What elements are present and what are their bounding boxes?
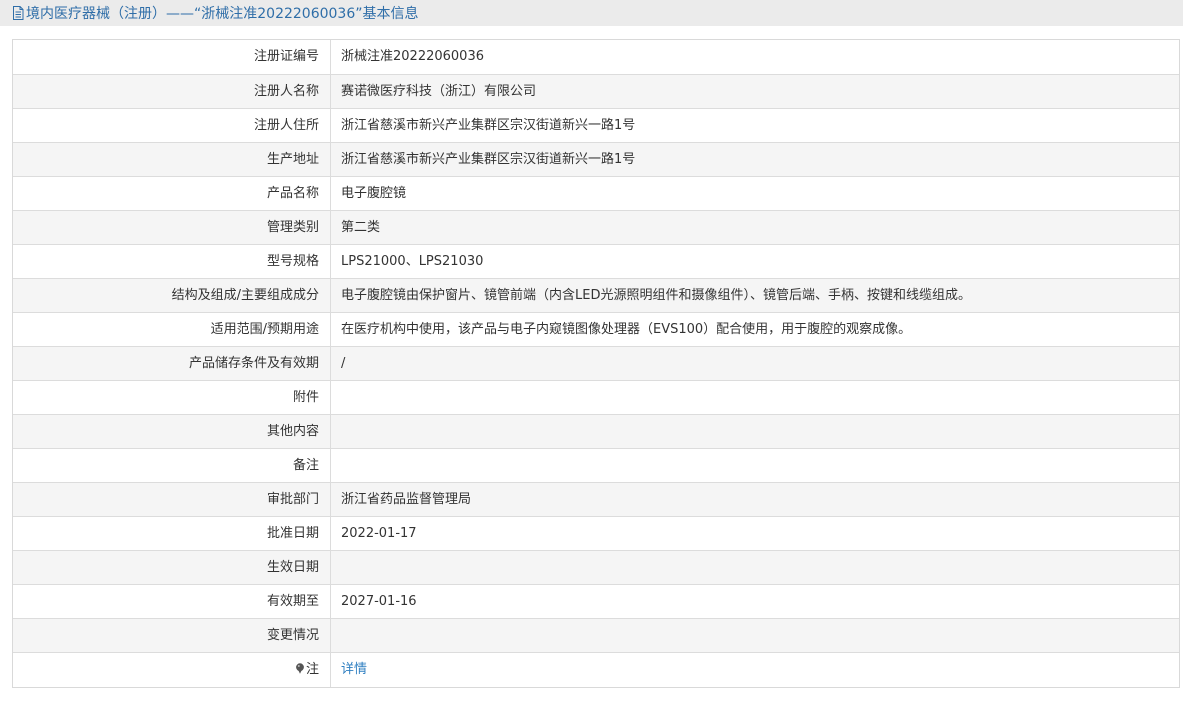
row-value [331, 449, 1179, 482]
row-label: 适用范围/预期用途 [13, 313, 331, 346]
row-label: 产品名称 [13, 177, 331, 210]
row-value: 2022-01-17 [341, 526, 417, 541]
table-row: 批准日期 2022-01-17 [13, 516, 1179, 550]
row-label: 生产地址 [13, 143, 331, 176]
table-row: 结构及组成/主要组成成分 电子腹腔镜由保护窗片、镜管前端（内含LED光源照明组件和… [13, 278, 1179, 312]
row-value [331, 619, 1179, 652]
row-label: 注册证编号 [13, 40, 331, 74]
row-label: 生效日期 [13, 551, 331, 584]
row-value [331, 415, 1179, 448]
table-row: 备注 [13, 448, 1179, 482]
row-label: 型号规格 [13, 245, 331, 278]
row-label: 变更情况 [13, 619, 331, 652]
row-label: 结构及组成/主要组成成分 [13, 279, 331, 312]
table-row: 有效期至 2027-01-16 [13, 584, 1179, 618]
table-row: 注册证编号 浙械注准20222060036 [13, 40, 1179, 74]
details-link[interactable]: 详情 [341, 662, 367, 677]
pin-icon [295, 663, 305, 674]
page-title-wrap: 境内医疗器械（注册）——“浙械注准20222060036”基本信息 [12, 3, 418, 23]
page-title: 境内医疗器械（注册）——“浙械注准20222060036”基本信息 [26, 6, 419, 22]
row-value: 电子腹腔镜 [341, 186, 407, 201]
note-row: 注 详情 [13, 652, 1179, 687]
row-value: 浙江省慈溪市新兴产业集群区宗汉街道新兴一路1号 [341, 118, 636, 133]
row-value: 在医疗机构中使用，该产品与电子内窥镜图像处理器（EVS100）配合使用，用于腹腔… [341, 322, 912, 337]
row-label: 有效期至 [13, 585, 331, 618]
row-value: LPS21000、LPS21030 [341, 254, 484, 269]
table-row: 附件 [13, 380, 1179, 414]
row-label: 注册人住所 [13, 109, 331, 142]
table-row: 生效日期 [13, 550, 1179, 584]
table-row: 审批部门 浙江省药品监督管理局 [13, 482, 1179, 516]
row-label: 管理类别 [13, 211, 331, 244]
table-row: 型号规格 LPS21000、LPS21030 [13, 244, 1179, 278]
table-row: 其他内容 [13, 414, 1179, 448]
table-row: 变更情况 [13, 618, 1179, 652]
row-value: 浙械注准20222060036 [341, 49, 484, 64]
table-row: 生产地址 浙江省慈溪市新兴产业集群区宗汉街道新兴一路1号 [13, 142, 1179, 176]
note-label-cell: 注 [13, 653, 331, 687]
row-label: 批准日期 [13, 517, 331, 550]
table-row: 产品储存条件及有效期 / [13, 346, 1179, 380]
note-value: 详情 [331, 653, 1179, 687]
row-value: 电子腹腔镜由保护窗片、镜管前端（内含LED光源照明组件和摄像组件）、镜管后端、手… [341, 288, 971, 303]
note-label: 注 [305, 662, 319, 677]
table-row: 产品名称 电子腹腔镜 [13, 176, 1179, 210]
row-label: 备注 [13, 449, 331, 482]
row-label: 其他内容 [13, 415, 331, 448]
row-label: 产品储存条件及有效期 [13, 347, 331, 380]
row-value: 浙江省药品监督管理局 [341, 492, 472, 507]
row-label: 注册人名称 [13, 75, 331, 108]
table-row: 适用范围/预期用途 在医疗机构中使用，该产品与电子内窥镜图像处理器（EVS100）… [13, 312, 1179, 346]
row-value: 第二类 [341, 220, 381, 235]
table-row: 管理类别 第二类 [13, 210, 1179, 244]
row-value [331, 551, 1179, 584]
row-value: / [341, 356, 346, 371]
table-row: 注册人住所 浙江省慈溪市新兴产业集群区宗汉街道新兴一路1号 [13, 108, 1179, 142]
row-label: 审批部门 [13, 483, 331, 516]
row-value: 浙江省慈溪市新兴产业集群区宗汉街道新兴一路1号 [341, 152, 636, 167]
row-value [331, 381, 1179, 414]
row-value: 2027-01-16 [341, 594, 417, 609]
document-icon [12, 6, 24, 20]
page-header: 境内医疗器械（注册）——“浙械注准20222060036”基本信息 [0, 0, 1183, 26]
table-row: 注册人名称 赛诺微医疗科技（浙江）有限公司 [13, 74, 1179, 108]
row-value: 赛诺微医疗科技（浙江）有限公司 [341, 84, 537, 99]
info-table: 注册证编号 浙械注准20222060036 注册人名称 赛诺微医疗科技（浙江）有限公司… [12, 39, 1180, 688]
row-label: 附件 [13, 381, 331, 414]
